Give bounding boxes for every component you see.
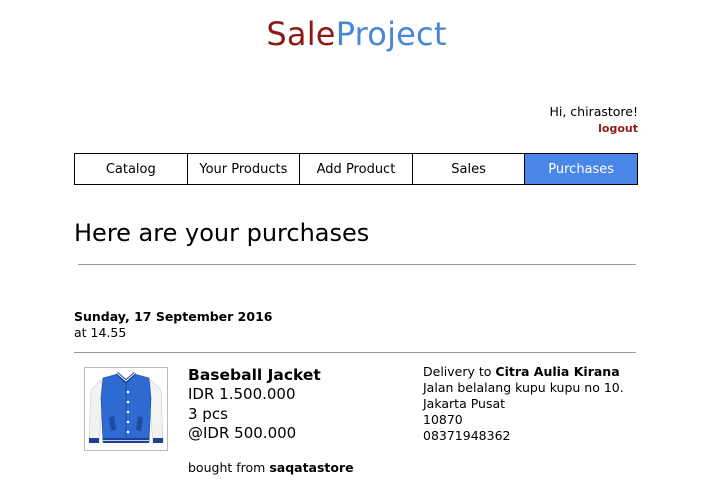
logo-project-text: Project (335, 15, 447, 53)
site-logo[interactable]: SaleProject (0, 14, 713, 54)
logout-link[interactable]: logout (549, 121, 638, 137)
jacket-icon (88, 372, 164, 444)
product-unit-price: @IDR 500.000 (188, 424, 297, 442)
delivery-recipient: Citra Aulia Kirana (495, 364, 620, 379)
product-quantity: 3 pcs (188, 404, 228, 423)
tab-add-product[interactable]: Add Product (300, 154, 413, 184)
purchase-time: at 14.55 (74, 325, 127, 340)
purchase-date-block: Sunday, 17 September 2016 at 14.55 (74, 309, 272, 341)
delivery-address: Jalan belalang kupu kupu no 10. (423, 380, 624, 395)
seller-name: saqatastore (269, 460, 354, 475)
delivery-phone: 08371948362 (423, 428, 511, 443)
tab-sales[interactable]: Sales (412, 154, 526, 184)
purchase-item-info: Baseball Jacket IDR 1.500.000 3 pcs @IDR… (188, 365, 321, 444)
delivery-prefix: Delivery to (423, 364, 492, 379)
delivery-recipient-line: Delivery to Citra Aulia Kirana (423, 364, 624, 380)
page-title: Here are your purchases (74, 219, 370, 247)
seller-prefix: bought from (188, 460, 266, 475)
purchase-divider (74, 352, 636, 353)
tab-your-products[interactable]: Your Products (187, 154, 301, 184)
main-nav: Catalog Your Products Add Product Sales … (74, 153, 638, 185)
user-greeting-box: Hi, chirastore! logout (549, 104, 638, 137)
seller-info: bought from saqatastore (188, 460, 354, 476)
purchase-date: Sunday, 17 September 2016 (74, 309, 273, 324)
product-total-price: IDR 1.500.000 (188, 385, 296, 403)
tab-purchases[interactable]: Purchases (525, 154, 637, 184)
delivery-postal-code: 10870 (423, 412, 463, 427)
baseball-jacket-image (84, 367, 168, 451)
tab-catalog[interactable]: Catalog (75, 154, 188, 184)
greeting-text: Hi, chirastore! (549, 104, 638, 119)
delivery-city: Jakarta Pusat (423, 396, 506, 411)
delivery-info: Delivery to Citra Aulia Kirana Jalan bel… (423, 364, 624, 444)
title-divider (78, 264, 636, 265)
product-name: Baseball Jacket (188, 366, 321, 384)
logo-sale-text: Sale (266, 15, 336, 53)
